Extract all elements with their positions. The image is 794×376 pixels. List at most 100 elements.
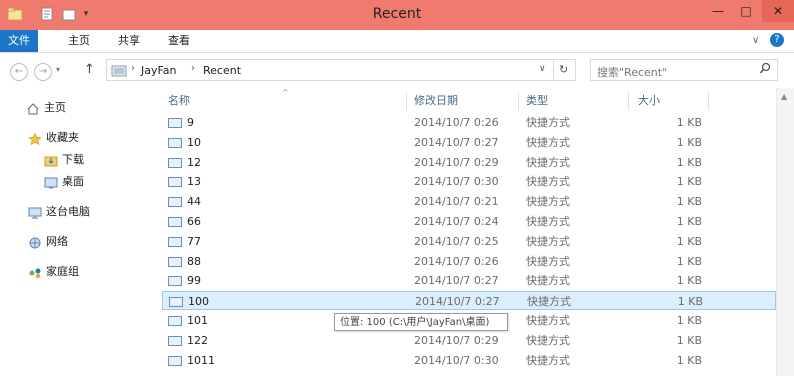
file-name: 66: [187, 215, 201, 228]
shortcut-file-icon: [168, 335, 182, 346]
file-row[interactable]: 100 2014/10/7 0:27 快捷方式 1 KB: [162, 291, 776, 311]
column-header-size[interactable]: 大小: [638, 92, 660, 110]
file-name: 13: [187, 175, 201, 189]
expand-ribbon-icon[interactable]: ∨: [752, 35, 759, 46]
shortcut-file-icon: [168, 276, 182, 287]
file-row[interactable]: 88 2014/10/7 0:26 快捷方式 1 KB: [162, 252, 776, 271]
recent-locations-icon[interactable]: ▾: [56, 65, 60, 74]
file-name-cell: 13: [168, 172, 201, 191]
nav-item-label: 桌面: [62, 175, 84, 188]
file-row[interactable]: 9 2014/10/7 0:26 快捷方式 1 KB: [162, 113, 776, 132]
file-type: 快捷方式: [526, 155, 570, 169]
nav-item-label: 网络: [46, 235, 68, 248]
vertical-scrollbar[interactable]: ▲: [776, 88, 794, 376]
file-name-cell: 12: [168, 153, 201, 172]
column-header-type[interactable]: 类型: [526, 92, 548, 110]
nav-item-label: 主页: [44, 101, 66, 114]
ribbon-tabs: 文件 主页 共享 查看 ∨ ?: [0, 30, 794, 53]
file-size: 1 KB: [676, 155, 702, 169]
nav-item-label: 收藏夹: [46, 131, 79, 144]
file-row[interactable]: 99 2014/10/7 0:27 快捷方式 1 KB: [162, 271, 776, 290]
search-icon[interactable]: [759, 62, 771, 79]
column-header-date[interactable]: 修改日期: [414, 92, 458, 110]
file-row[interactable]: 66 2014/10/7 0:24 快捷方式 1 KB: [162, 212, 776, 231]
column-header-name[interactable]: 名称: [168, 92, 190, 110]
file-size: 1 KB: [676, 234, 702, 248]
file-size: 1 KB: [676, 116, 702, 129]
nav-item-downloads[interactable]: 下载: [44, 150, 84, 170]
shortcut-file-icon: [168, 256, 182, 267]
maximize-button[interactable]: □: [732, 0, 760, 22]
tab-share[interactable]: 共享: [108, 30, 150, 52]
breadcrumb-recent[interactable]: Recent: [203, 64, 241, 77]
shortcut-file-icon: [168, 177, 182, 188]
search-field[interactable]: 搜索"Recent": [590, 59, 778, 81]
file-name: 88: [187, 254, 201, 268]
file-size: 1 KB: [676, 333, 702, 347]
tab-view[interactable]: 查看: [158, 30, 200, 52]
file-date: 2014/10/7 0:29: [414, 155, 499, 169]
location-tooltip: 位置: 100 (C:\用户\JayFan\桌面): [334, 313, 508, 331]
file-type: 快捷方式: [526, 234, 570, 248]
file-row[interactable]: 44 2014/10/7 0:21 快捷方式 1 KB: [162, 192, 776, 211]
file-size: 1 KB: [676, 314, 702, 327]
file-name-cell: 44: [168, 192, 201, 211]
file-date: 2014/10/7 0:24: [414, 215, 499, 228]
file-type: 快捷方式: [526, 116, 570, 129]
file-name: 122: [187, 333, 208, 347]
tab-file[interactable]: 文件: [0, 30, 38, 52]
file-row[interactable]: 13 2014/10/7 0:30 快捷方式 1 KB: [162, 172, 776, 191]
file-size: 1 KB: [676, 353, 702, 367]
shortcut-file-icon: [168, 118, 182, 128]
nav-item-label: 下载: [62, 153, 84, 166]
shortcut-file-icon: [168, 316, 182, 326]
tab-home[interactable]: 主页: [58, 30, 100, 52]
address-field[interactable]: › JayFan › Recent ∨ ↻: [106, 59, 576, 81]
file-type: 快捷方式: [526, 254, 570, 268]
address-bar-row: ← → ▾ ↑ › JayFan › Recent ∨ ↻ 搜索"Recent": [0, 54, 794, 88]
nav-item-home[interactable]: 主页: [26, 98, 66, 118]
close-button[interactable]: ✕: [762, 0, 794, 22]
file-name-cell: 122: [168, 331, 208, 350]
minimize-button[interactable]: —: [704, 0, 732, 22]
breadcrumb-jayfan[interactable]: JayFan: [141, 64, 177, 77]
home-icon: [26, 102, 40, 115]
file-row[interactable]: 12 2014/10/7 0:29 快捷方式 1 KB: [162, 153, 776, 172]
file-row[interactable]: 122 2014/10/7 0:29 快捷方式 1 KB: [162, 331, 776, 350]
refresh-icon[interactable]: ↻: [559, 63, 568, 76]
shortcut-file-icon: [168, 157, 182, 168]
search-input[interactable]: 搜索"Recent": [597, 64, 667, 80]
navigation-pane: 主页 收藏夹 下载 桌面 这台电脑 网络 家庭组: [0, 88, 160, 376]
nav-item-this-pc[interactable]: 这台电脑: [28, 202, 90, 222]
computer-icon: [28, 206, 42, 219]
file-list: ^ 名称 修改日期 类型 大小 9 2014/10/7 0:26 快捷方式 1 KB 1…: [162, 88, 776, 376]
file-name: 101: [187, 314, 208, 327]
file-date: 2014/10/7 0:26: [414, 254, 499, 268]
file-name-cell: 99: [168, 271, 201, 290]
scroll-up-icon[interactable]: ▲: [781, 92, 787, 101]
back-button[interactable]: ←: [10, 63, 28, 81]
file-name: 44: [187, 195, 201, 209]
nav-item-network[interactable]: 网络: [28, 232, 68, 252]
file-type: 快捷方式: [526, 215, 570, 228]
up-button[interactable]: ↑: [84, 62, 95, 77]
nav-item-favorites[interactable]: 收藏夹: [28, 128, 79, 148]
nav-item-homegroup[interactable]: 家庭组: [28, 262, 79, 282]
file-name-cell: 9: [168, 113, 194, 132]
file-row[interactable]: 77 2014/10/7 0:25 快捷方式 1 KB: [162, 232, 776, 251]
network-icon: [28, 236, 42, 249]
forward-button[interactable]: →: [34, 63, 52, 81]
file-size: 1 KB: [676, 274, 702, 288]
file-name-cell: 10: [168, 133, 201, 152]
help-icon[interactable]: ?: [770, 33, 784, 47]
address-dropdown-icon[interactable]: ∨: [539, 64, 546, 74]
file-row[interactable]: 1011 2014/10/7 0:30 快捷方式 1 KB: [162, 351, 776, 370]
file-row[interactable]: 10 2014/10/7 0:27 快捷方式 1 KB: [162, 133, 776, 152]
file-type: 快捷方式: [526, 314, 570, 327]
file-name: 100: [188, 295, 209, 309]
file-name-cell: 100: [169, 292, 209, 311]
file-type: 快捷方式: [526, 353, 570, 367]
nav-item-desktop[interactable]: 桌面: [44, 172, 84, 192]
file-type: 快捷方式: [526, 195, 570, 209]
file-name-cell: 88: [168, 252, 201, 271]
